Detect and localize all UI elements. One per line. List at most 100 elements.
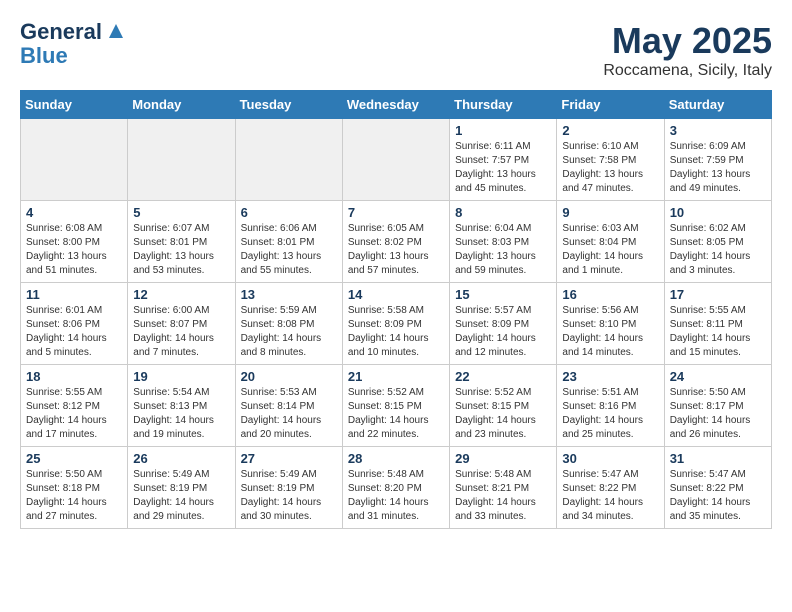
day-info: Sunrise: 5:47 AM Sunset: 8:22 PM Dayligh… bbox=[562, 468, 658, 524]
calendar-week-4: 18 Sunrise: 5:55 AM Sunset: 8:12 PM Dayli… bbox=[21, 365, 772, 447]
day-info: Sunrise: 6:02 AM Sunset: 8:05 PM Dayligh… bbox=[670, 222, 766, 278]
calendar-cell: 12 Sunrise: 6:00 AM Sunset: 8:07 PM Dayli… bbox=[128, 283, 235, 365]
calendar-cell: 17Sunrise: 5:55 AM Sunset: 8:11 PM Dayli… bbox=[664, 283, 771, 365]
day-number: 30 bbox=[562, 451, 658, 466]
day-info: Sunrise: 5:49 AM Sunset: 8:19 PM Dayligh… bbox=[133, 468, 229, 524]
day-number: 23 bbox=[562, 369, 658, 384]
calendar-cell: 1Sunrise: 6:11 AM Sunset: 7:57 PM Daylig… bbox=[450, 119, 557, 201]
day-info: Sunrise: 6:09 AM Sunset: 7:59 PM Dayligh… bbox=[670, 140, 766, 196]
day-info: Sunrise: 5:54 AM Sunset: 8:13 PM Dayligh… bbox=[133, 386, 229, 442]
calendar-cell: 25 Sunrise: 5:50 AM Sunset: 8:18 PM Dayli… bbox=[21, 447, 128, 529]
page-header: General Blue May 2025 Roccamena, Sicily,… bbox=[20, 20, 772, 80]
day-info: Sunrise: 5:59 AM Sunset: 8:08 PM Dayligh… bbox=[241, 304, 337, 360]
calendar-cell: 21 Sunrise: 5:52 AM Sunset: 8:15 PM Dayli… bbox=[342, 365, 449, 447]
calendar-cell: 27 Sunrise: 5:49 AM Sunset: 8:19 PM Dayli… bbox=[235, 447, 342, 529]
day-info: Sunrise: 6:07 AM Sunset: 8:01 PM Dayligh… bbox=[133, 222, 229, 278]
day-number: 5 bbox=[133, 205, 229, 220]
calendar-cell: 13Sunrise: 5:59 AM Sunset: 8:08 PM Dayli… bbox=[235, 283, 342, 365]
column-header-saturday: Saturday bbox=[664, 91, 771, 119]
calendar-cell: 23Sunrise: 5:51 AM Sunset: 8:16 PM Dayli… bbox=[557, 365, 664, 447]
calendar-cell: 7Sunrise: 6:05 AM Sunset: 8:02 PM Daylig… bbox=[342, 201, 449, 283]
day-info: Sunrise: 6:04 AM Sunset: 8:03 PM Dayligh… bbox=[455, 222, 551, 278]
day-number: 3 bbox=[670, 123, 766, 138]
column-header-tuesday: Tuesday bbox=[235, 91, 342, 119]
day-number: 18 bbox=[26, 369, 122, 384]
day-number: 15 bbox=[455, 287, 551, 302]
calendar-cell: 14Sunrise: 5:58 AM Sunset: 8:09 PM Dayli… bbox=[342, 283, 449, 365]
day-number: 22 bbox=[455, 369, 551, 384]
day-info: Sunrise: 6:01 AM Sunset: 8:06 PM Dayligh… bbox=[26, 304, 122, 360]
logo-blue-text: Blue bbox=[20, 44, 127, 68]
day-number: 28 bbox=[348, 451, 444, 466]
day-info: Sunrise: 5:48 AM Sunset: 8:20 PM Dayligh… bbox=[348, 468, 444, 524]
column-header-friday: Friday bbox=[557, 91, 664, 119]
day-number: 11 bbox=[26, 287, 122, 302]
day-info: Sunrise: 5:49 AM Sunset: 8:19 PM Dayligh… bbox=[241, 468, 337, 524]
day-number: 31 bbox=[670, 451, 766, 466]
calendar-cell bbox=[128, 119, 235, 201]
day-number: 12 bbox=[133, 287, 229, 302]
calendar-cell: 20 Sunrise: 5:53 AM Sunset: 8:14 PM Dayli… bbox=[235, 365, 342, 447]
day-number: 20 bbox=[241, 369, 337, 384]
day-info: Sunrise: 5:53 AM Sunset: 8:14 PM Dayligh… bbox=[241, 386, 337, 442]
day-number: 2 bbox=[562, 123, 658, 138]
day-info: Sunrise: 5:50 AM Sunset: 8:17 PM Dayligh… bbox=[670, 386, 766, 442]
calendar-cell: 22 Sunrise: 5:52 AM Sunset: 8:15 PM Dayli… bbox=[450, 365, 557, 447]
day-number: 26 bbox=[133, 451, 229, 466]
calendar-cell: 3 Sunrise: 6:09 AM Sunset: 7:59 PM Daylig… bbox=[664, 119, 771, 201]
day-info: Sunrise: 5:48 AM Sunset: 8:21 PM Dayligh… bbox=[455, 468, 551, 524]
calendar-cell: 2 Sunrise: 6:10 AM Sunset: 7:58 PM Daylig… bbox=[557, 119, 664, 201]
day-number: 14 bbox=[348, 287, 444, 302]
day-info: Sunrise: 5:57 AM Sunset: 8:09 PM Dayligh… bbox=[455, 304, 551, 360]
calendar-cell: 18 Sunrise: 5:55 AM Sunset: 8:12 PM Dayli… bbox=[21, 365, 128, 447]
day-info: Sunrise: 6:03 AM Sunset: 8:04 PM Dayligh… bbox=[562, 222, 658, 278]
calendar-cell: 31 Sunrise: 5:47 AM Sunset: 8:22 PM Dayli… bbox=[664, 447, 771, 529]
day-info: Sunrise: 5:52 AM Sunset: 8:15 PM Dayligh… bbox=[455, 386, 551, 442]
day-number: 8 bbox=[455, 205, 551, 220]
day-number: 7 bbox=[348, 205, 444, 220]
month-title: May 2025 bbox=[603, 20, 772, 62]
day-info: Sunrise: 6:00 AM Sunset: 8:07 PM Dayligh… bbox=[133, 304, 229, 360]
calendar-cell: 26 Sunrise: 5:49 AM Sunset: 8:19 PM Dayli… bbox=[128, 447, 235, 529]
day-info: Sunrise: 5:55 AM Sunset: 8:12 PM Dayligh… bbox=[26, 386, 122, 442]
day-info: Sunrise: 5:56 AM Sunset: 8:10 PM Dayligh… bbox=[562, 304, 658, 360]
day-number: 1 bbox=[455, 123, 551, 138]
logo-icon bbox=[105, 20, 127, 42]
day-number: 24 bbox=[670, 369, 766, 384]
column-header-monday: Monday bbox=[128, 91, 235, 119]
calendar-header-row: SundayMondayTuesdayWednesdayThursdayFrid… bbox=[21, 91, 772, 119]
logo: General Blue bbox=[20, 20, 127, 68]
day-info: Sunrise: 5:47 AM Sunset: 8:22 PM Dayligh… bbox=[670, 468, 766, 524]
calendar-cell: 19Sunrise: 5:54 AM Sunset: 8:13 PM Dayli… bbox=[128, 365, 235, 447]
day-number: 16 bbox=[562, 287, 658, 302]
calendar-cell: 4Sunrise: 6:08 AM Sunset: 8:00 PM Daylig… bbox=[21, 201, 128, 283]
calendar-cell: 6Sunrise: 6:06 AM Sunset: 8:01 PM Daylig… bbox=[235, 201, 342, 283]
day-info: Sunrise: 5:52 AM Sunset: 8:15 PM Dayligh… bbox=[348, 386, 444, 442]
calendar-cell bbox=[235, 119, 342, 201]
calendar-cell bbox=[342, 119, 449, 201]
day-info: Sunrise: 6:10 AM Sunset: 7:58 PM Dayligh… bbox=[562, 140, 658, 196]
calendar-cell: 28 Sunrise: 5:48 AM Sunset: 8:20 PM Dayli… bbox=[342, 447, 449, 529]
day-number: 6 bbox=[241, 205, 337, 220]
title-block: May 2025 Roccamena, Sicily, Italy bbox=[603, 20, 772, 80]
calendar-cell: 11 Sunrise: 6:01 AM Sunset: 8:06 PM Dayli… bbox=[21, 283, 128, 365]
day-number: 4 bbox=[26, 205, 122, 220]
calendar-cell: 8 Sunrise: 6:04 AM Sunset: 8:03 PM Daylig… bbox=[450, 201, 557, 283]
calendar-week-5: 25 Sunrise: 5:50 AM Sunset: 8:18 PM Dayli… bbox=[21, 447, 772, 529]
calendar-cell: 10Sunrise: 6:02 AM Sunset: 8:05 PM Dayli… bbox=[664, 201, 771, 283]
calendar-week-2: 4Sunrise: 6:08 AM Sunset: 8:00 PM Daylig… bbox=[21, 201, 772, 283]
day-number: 9 bbox=[562, 205, 658, 220]
column-header-wednesday: Wednesday bbox=[342, 91, 449, 119]
calendar-cell: 29 Sunrise: 5:48 AM Sunset: 8:21 PM Dayli… bbox=[450, 447, 557, 529]
calendar-week-1: 1Sunrise: 6:11 AM Sunset: 7:57 PM Daylig… bbox=[21, 119, 772, 201]
calendar-cell: 15 Sunrise: 5:57 AM Sunset: 8:09 PM Dayli… bbox=[450, 283, 557, 365]
day-number: 29 bbox=[455, 451, 551, 466]
calendar-cell: 9 Sunrise: 6:03 AM Sunset: 8:04 PM Daylig… bbox=[557, 201, 664, 283]
day-number: 21 bbox=[348, 369, 444, 384]
day-number: 27 bbox=[241, 451, 337, 466]
day-info: Sunrise: 5:50 AM Sunset: 8:18 PM Dayligh… bbox=[26, 468, 122, 524]
calendar-cell: 16 Sunrise: 5:56 AM Sunset: 8:10 PM Dayli… bbox=[557, 283, 664, 365]
calendar-cell: 24 Sunrise: 5:50 AM Sunset: 8:17 PM Dayli… bbox=[664, 365, 771, 447]
day-number: 25 bbox=[26, 451, 122, 466]
calendar-week-3: 11 Sunrise: 6:01 AM Sunset: 8:06 PM Dayli… bbox=[21, 283, 772, 365]
